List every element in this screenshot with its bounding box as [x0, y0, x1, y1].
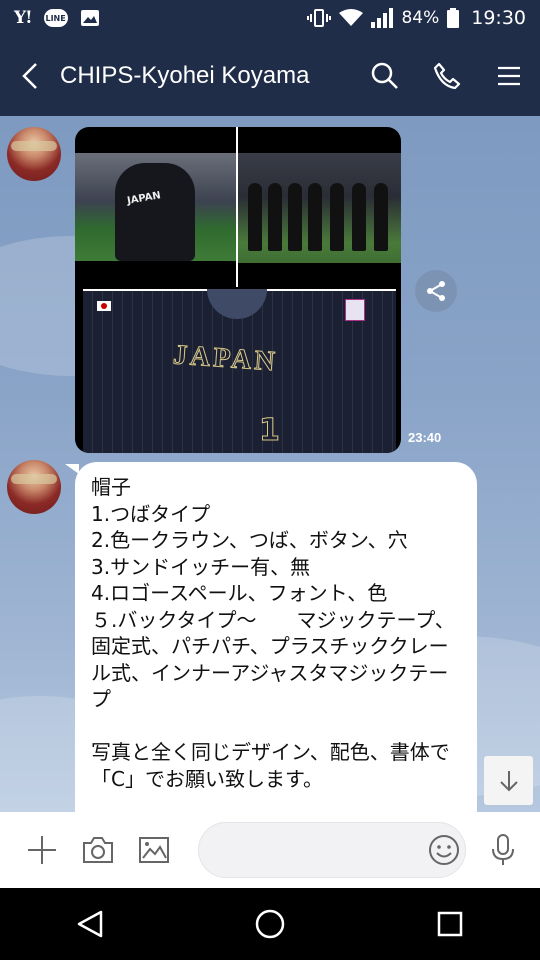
add-button[interactable]	[14, 812, 70, 888]
back-icon	[22, 63, 37, 89]
mic-icon	[492, 834, 514, 865]
search-button[interactable]	[354, 36, 416, 116]
text-message-bubble[interactable]: 帽子 1.つばタイプ 2.色ークラウン、つば、ボタン、穴 3.サンドイッチー有、…	[65, 462, 477, 812]
signal-icon	[371, 8, 394, 28]
vibrate-icon	[307, 9, 332, 27]
share-button[interactable]	[415, 270, 457, 312]
camera-icon	[83, 837, 113, 863]
yahoo-notification-icon: Y!	[14, 8, 33, 28]
message-text: 帽子 1.つばタイプ 2.色ークラウン、つば、ボタン、穴 3.サンドイッチー有、…	[91, 475, 455, 791]
phone-icon	[433, 62, 461, 90]
nav-home-button[interactable]	[230, 888, 310, 960]
arrow-down-icon	[499, 770, 518, 791]
search-icon	[371, 62, 398, 89]
image-message[interactable]: JAPAN JAPAN 1	[75, 127, 401, 453]
chat-title: CHIPS-Kyohei Koyama	[60, 62, 310, 89]
nav-back-button[interactable]	[50, 888, 130, 960]
emoji-icon	[429, 835, 459, 865]
photo-team-lineup	[238, 153, 401, 263]
call-button[interactable]	[416, 36, 478, 116]
chat-area[interactable]: JAPAN JAPAN 1 23:40 帽子 1.つばタイプ 2.色ークラウン、…	[0, 116, 540, 812]
photo-player: JAPAN	[75, 153, 236, 261]
chat-header: CHIPS-Kyohei Koyama	[0, 36, 540, 116]
line-notification-icon: LINE	[43, 9, 68, 27]
input-bar	[0, 812, 540, 888]
status-bar: Y! LINE 84% 19:30	[0, 0, 540, 36]
voice-button[interactable]	[478, 826, 528, 874]
back-button[interactable]	[0, 36, 60, 116]
status-time: 19:30	[471, 7, 526, 29]
photo-jersey: JAPAN 1	[83, 289, 396, 453]
plus-icon	[28, 836, 56, 864]
menu-icon	[498, 66, 520, 86]
emoji-button[interactable]	[420, 826, 468, 874]
message-time: 23:40	[408, 430, 442, 445]
camera-button[interactable]	[70, 812, 126, 888]
sender-avatar[interactable]	[7, 127, 61, 181]
menu-button[interactable]	[478, 36, 540, 116]
image-button[interactable]	[126, 812, 182, 888]
sender-avatar[interactable]	[7, 460, 61, 514]
scroll-to-bottom-button[interactable]	[484, 756, 533, 805]
nav-back-icon	[77, 910, 103, 938]
nav-home-icon	[255, 909, 285, 939]
battery-percent: 84%	[401, 8, 440, 28]
battery-icon	[447, 8, 460, 28]
android-nav-bar	[0, 888, 540, 960]
wifi-icon	[339, 9, 364, 26]
nav-recents-icon	[437, 911, 463, 937]
gallery-notification-icon	[80, 10, 99, 26]
nav-recents-button[interactable]	[410, 888, 490, 960]
share-icon	[427, 281, 445, 301]
image-icon	[139, 837, 169, 863]
